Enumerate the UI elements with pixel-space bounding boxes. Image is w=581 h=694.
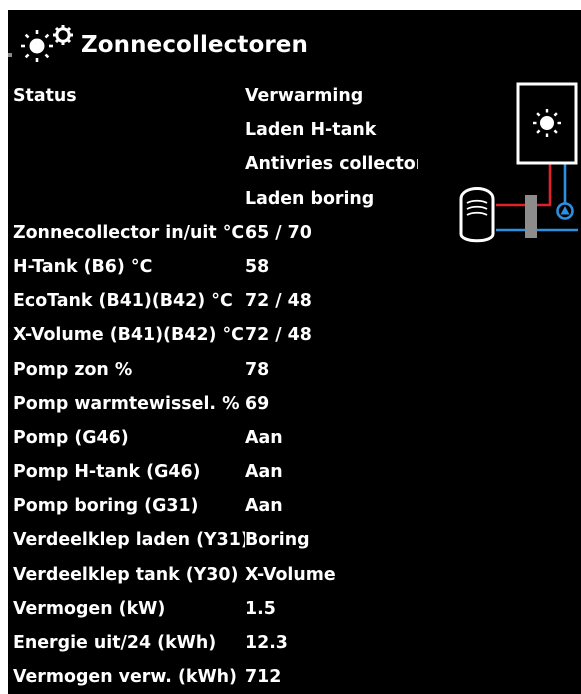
pump-icon	[556, 202, 574, 220]
parameter-value: 1.5	[245, 591, 418, 626]
parameter-value: Aan	[245, 455, 418, 490]
edge-marker	[8, 53, 12, 57]
screen-header: Zonnecollectoren	[18, 22, 308, 68]
parameter-value: 58	[245, 249, 418, 284]
status-row-continued: Laden H-tank	[13, 113, 428, 148]
parameter-value: Aan	[245, 420, 418, 455]
parameter-row[interactable]: H-Tank (B6) °C 58	[13, 249, 428, 284]
parameter-row[interactable]: Verdeelklep laden (Y31) Boring	[13, 523, 428, 558]
parameter-row[interactable]: Verdeelklep tank (Y30) X-Volume	[13, 557, 428, 592]
parameter-label: Pomp zon %	[13, 359, 133, 380]
parameter-row[interactable]: Pomp zon % 78	[13, 352, 428, 387]
parameter-row[interactable]: Pomp H-tank (G46) Aan	[13, 455, 428, 490]
parameter-row[interactable]: Energie uit/24 (kWh) 12.3	[13, 626, 428, 660]
parameter-label: Energie uit/24 (kWh)	[13, 633, 217, 653]
status-value-charging-h-tank: Laden H-tank	[245, 113, 418, 148]
status-value-heating: Verwarming	[245, 79, 418, 113]
parameter-label: EcoTank (B41)(B42) °C	[13, 291, 233, 312]
page-title: Zonnecollectoren	[81, 32, 308, 58]
solar-collector-icon	[516, 82, 578, 165]
parameter-row[interactable]: Vermogen (kW) 1.5	[13, 591, 428, 626]
parameter-label: Zonnecollector in/uit °C	[13, 222, 245, 243]
status-value-charging-borehole: Laden boring	[245, 181, 418, 216]
parameter-value: 72 / 48	[245, 318, 418, 353]
parameter-label: X-Volume (B41)(B42) °C	[13, 325, 244, 346]
parameter-row[interactable]: X-Volume (B41)(B42) °C 72 / 48	[13, 318, 428, 353]
parameter-row[interactable]: Pomp (G46) Aan	[13, 420, 428, 455]
heat-exchanger-icon	[525, 195, 537, 238]
parameter-value: Boring	[245, 523, 418, 558]
solar-system-diagram	[459, 82, 578, 243]
parameter-value: Aan	[245, 489, 418, 524]
sun-gear-icon	[21, 25, 73, 62]
parameter-value: 69	[245, 386, 418, 421]
parameter-list: Status Verwarming Laden H-tank Antivries…	[13, 79, 428, 694]
parameter-label: Pomp (G46)	[13, 427, 129, 448]
parameter-label: Pomp H-tank (G46)	[13, 462, 201, 483]
status-value-antifreeze-collector: Antivries collector	[245, 147, 418, 182]
parameter-row[interactable]: Zonnecollector in/uit °C 65 / 70	[13, 215, 428, 250]
parameter-value: X-Volume	[245, 557, 418, 592]
storage-tank-icon	[459, 187, 495, 243]
parameter-label: Verdeelklep tank (Y30)	[13, 564, 239, 585]
parameter-label: Vermogen (kW)	[13, 598, 166, 619]
parameter-label: Vermogen verw. (kWh)	[13, 667, 237, 688]
solar-collector-screen: Zonnecollectoren Status Verwarming Laden…	[8, 10, 581, 694]
status-label: Status	[13, 86, 77, 106]
parameter-label: Verdeelklep laden (Y31)	[13, 530, 249, 551]
supply-line	[496, 162, 552, 207]
status-row-continued: Laden boring	[13, 181, 428, 216]
parameter-label: H-Tank (B6) °C	[13, 256, 153, 277]
parameter-row[interactable]: EcoTank (B41)(B42) °C 72 / 48	[13, 284, 428, 319]
parameter-row[interactable]: Vermogen verw. (kWh) 712	[13, 660, 428, 694]
parameter-value: 65 / 70	[245, 215, 418, 250]
parameter-value: 78	[245, 352, 418, 387]
status-row[interactable]: Status Verwarming	[13, 79, 428, 113]
parameter-row[interactable]: Pomp boring (G31) Aan	[13, 489, 428, 524]
status-row-continued: Antivries collector	[13, 147, 428, 182]
parameter-row[interactable]: Pomp warmtewissel. % 69	[13, 386, 428, 421]
parameter-label: Pomp boring (G31)	[13, 496, 199, 517]
parameter-value: 712	[245, 660, 418, 694]
parameter-value: 12.3	[245, 626, 418, 660]
parameter-label: Pomp warmtewissel. %	[13, 393, 240, 414]
parameter-value: 72 / 48	[245, 284, 418, 319]
